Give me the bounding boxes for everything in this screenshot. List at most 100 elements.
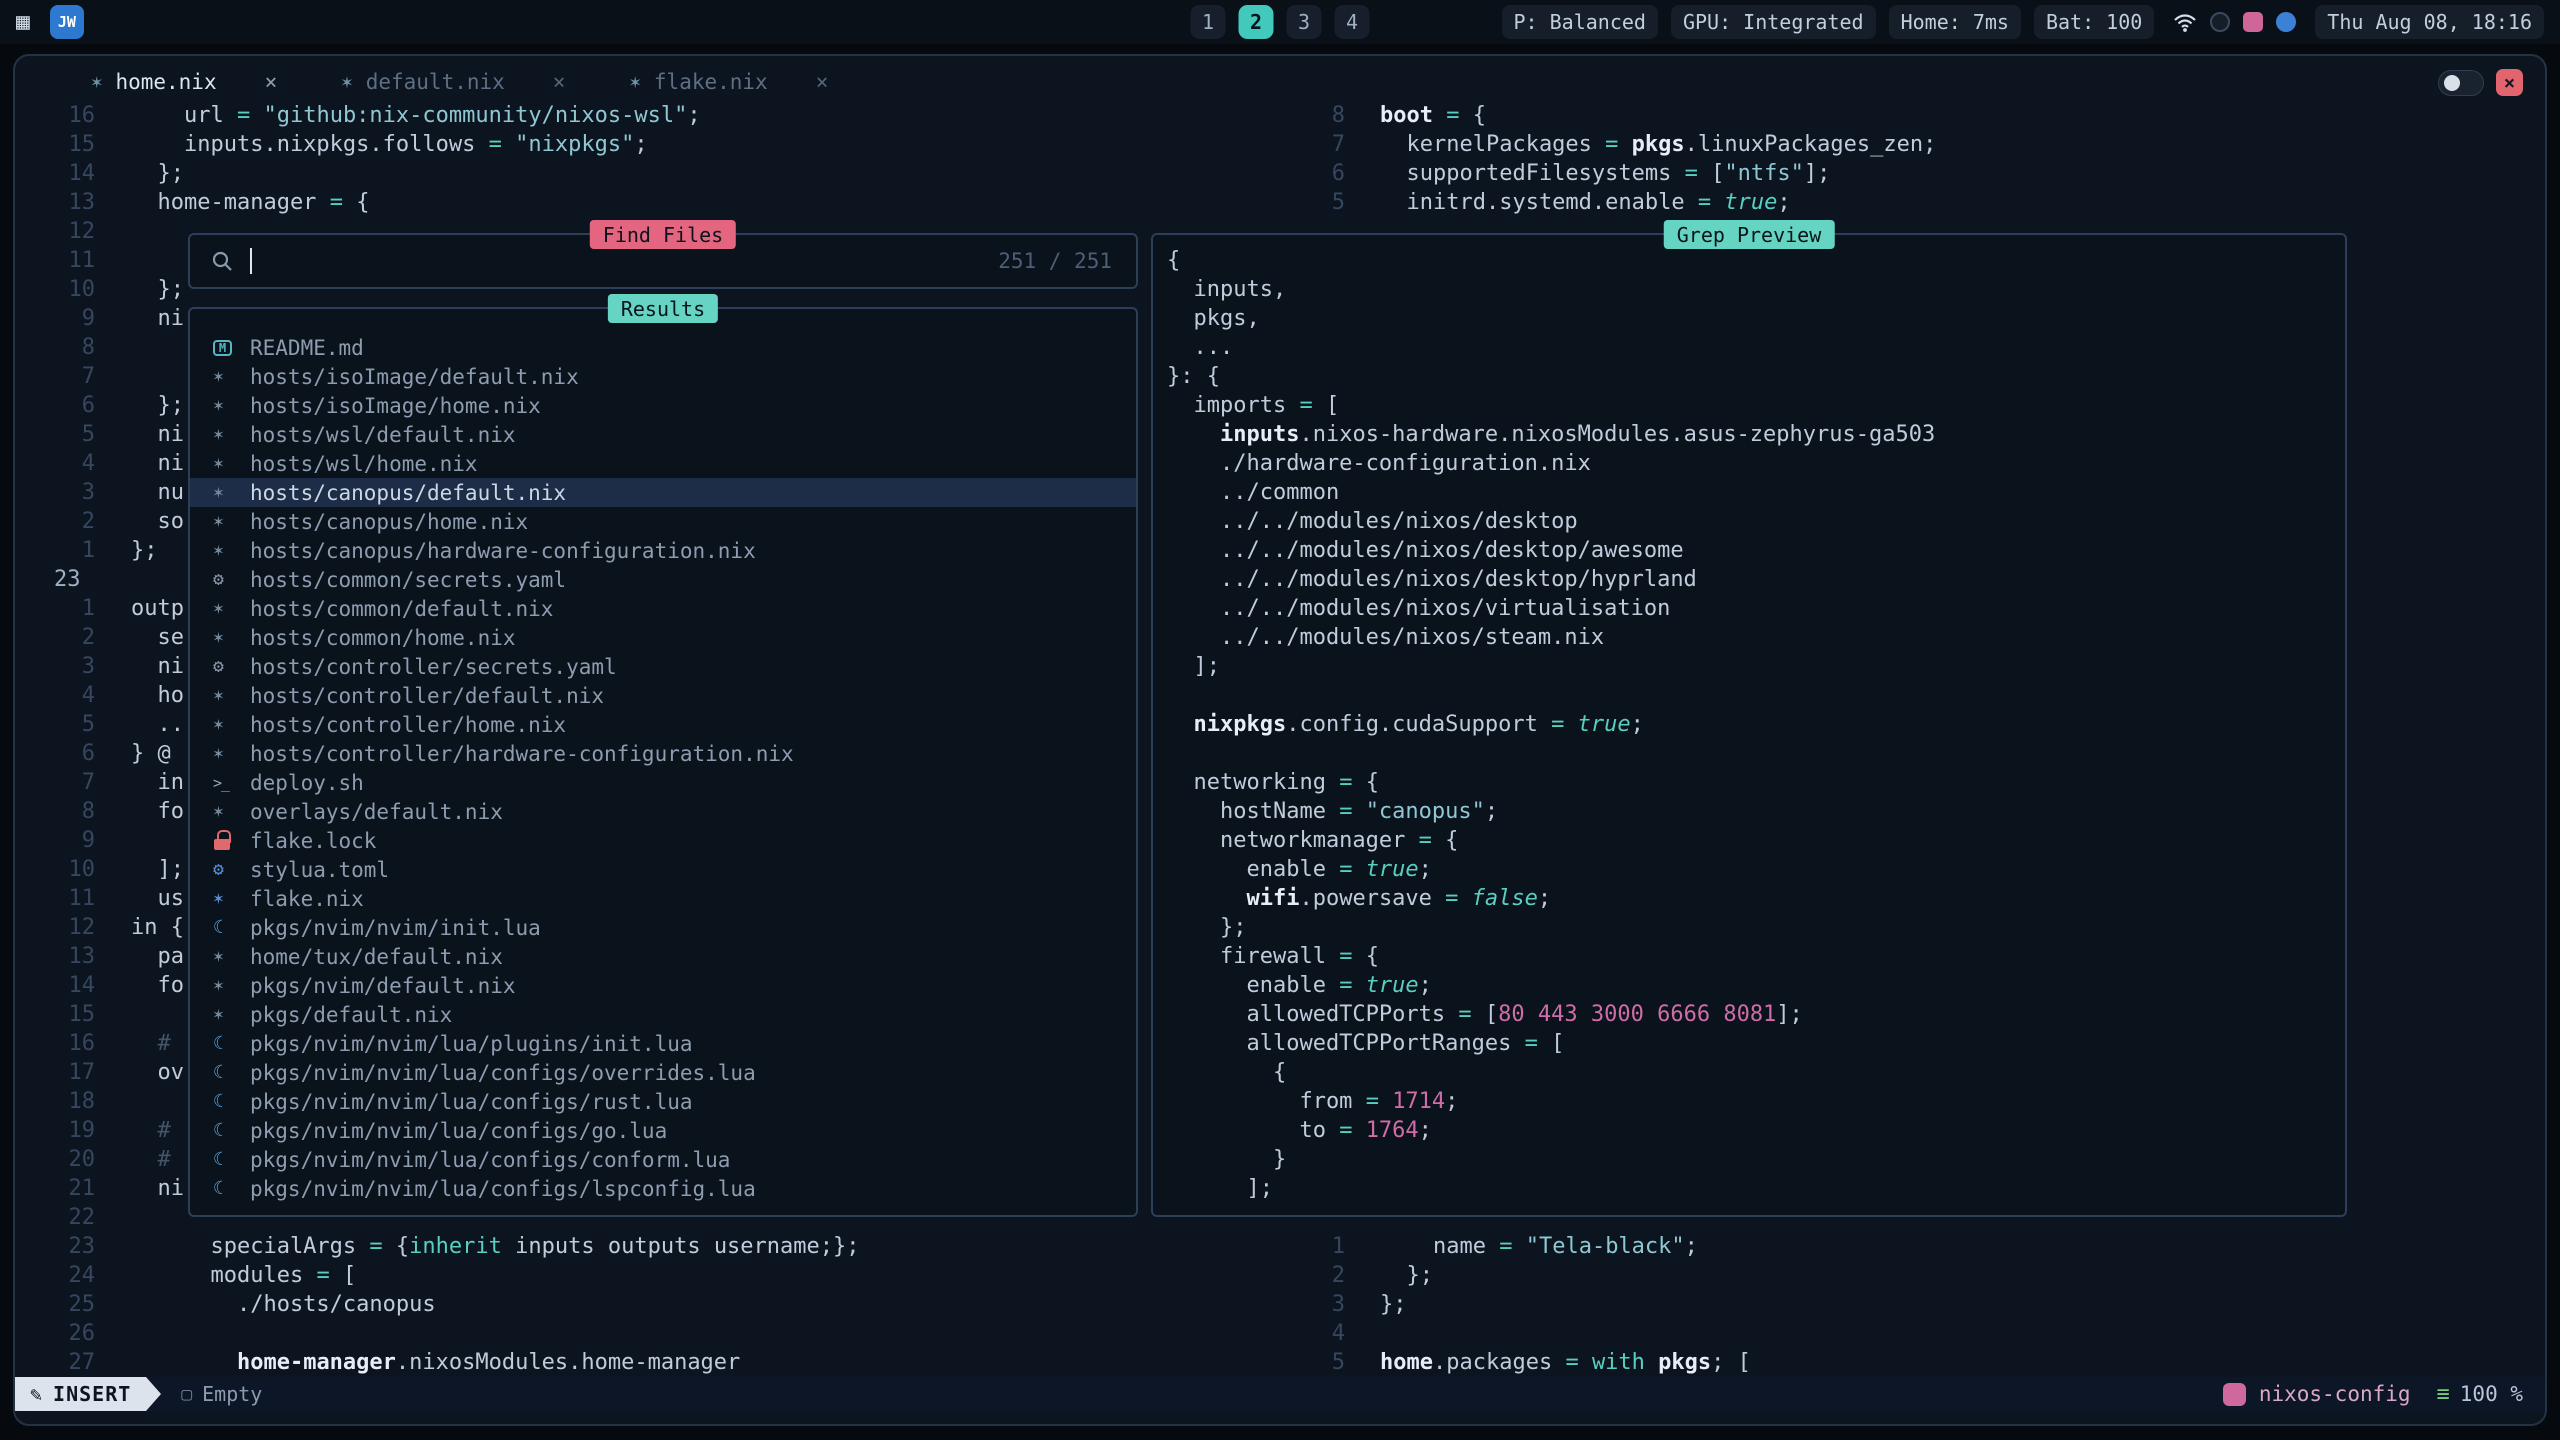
result-item[interactable]: MREADME.md [190,333,1136,362]
tab-default.nix[interactable]: ✶default.nix× [341,70,565,94]
result-item[interactable]: ✶pkgs/nvim/default.nix [190,971,1136,1000]
result-item[interactable]: ⚙stylua.toml [190,855,1136,884]
preview-line: ../../modules/nixos/steam.nix [1167,623,2345,652]
nix-file-icon: ✶ [213,362,250,391]
pink-badge-icon[interactable] [2243,12,2263,32]
result-item[interactable]: ✶hosts/common/home.nix [190,623,1136,652]
tab-home.nix[interactable]: ✶home.nix× [91,70,277,94]
tab-flake.nix[interactable]: ✶flake.nix× [629,70,828,94]
editor-pane-right-bottom[interactable]: 1 name = "Tela-black";2 };3};45home.pack… [1265,1232,2545,1377]
find-files-input[interactable]: Find Files 251 / 251 [188,233,1138,289]
code-line[interactable]: 14 }; [15,159,1255,188]
preview-line: hostName = "canopus"; [1167,797,2345,826]
line-number: 1 [15,536,95,565]
toggle-pill-button[interactable] [2438,70,2484,96]
gpu-module[interactable]: GPU: Integrated [1671,5,1876,39]
result-item[interactable]: ✶hosts/canopus/hardware-configuration.ni… [190,536,1136,565]
latency-module[interactable]: Home: 7ms [1889,5,2021,39]
line-number: 13 [15,942,95,971]
window-close-button[interactable]: × [2496,69,2523,96]
result-item[interactable]: ☾pkgs/nvim/nvim/lua/plugins/init.lua [190,1029,1136,1058]
workspaces: 1234 [1191,5,1370,39]
result-item[interactable]: ✶home/tux/default.nix [190,942,1136,971]
lua-file-icon: ☾ [213,1145,250,1174]
preview-line: to = 1764; [1167,1116,2345,1145]
result-item[interactable]: ☾pkgs/nvim/nvim/init.lua [190,913,1136,942]
result-filename: hosts/canopus/home.nix [250,510,528,534]
code-line[interactable]: 3}; [1265,1290,2545,1319]
result-item[interactable]: ☾pkgs/nvim/nvim/lua/configs/overrides.lu… [190,1058,1136,1087]
preview-line: { [1167,246,2345,275]
notification-dot-icon[interactable] [2210,12,2230,32]
editor-pane-right-top[interactable]: 8boot = {7 kernelPackages = pkgs.linuxPa… [1265,101,2545,217]
preview-line: firewall = { [1167,942,2345,971]
result-item[interactable]: ⚙hosts/common/secrets.yaml [190,565,1136,594]
editor-window: ✶home.nix×✶default.nix×✶flake.nix× × 16 … [13,54,2547,1426]
line-number: 22 [15,1203,95,1232]
logo-badge[interactable]: JW [50,5,84,39]
result-item[interactable]: ✶hosts/canopus/home.nix [190,507,1136,536]
line-number: 14 [15,971,95,1000]
result-item[interactable]: ✶hosts/controller/home.nix [190,710,1136,739]
result-item[interactable]: ✶hosts/controller/default.nix [190,681,1136,710]
result-item[interactable]: ✶hosts/isoImage/default.nix [190,362,1136,391]
result-item[interactable]: ✶overlays/default.nix [190,797,1136,826]
tab-close-button[interactable]: × [265,70,278,94]
code-line[interactable]: 7 kernelPackages = pkgs.linuxPackages_ze… [1265,130,2545,159]
code-line[interactable]: 24 modules = [ [15,1261,1255,1290]
result-item[interactable]: ⚙hosts/controller/secrets.yaml [190,652,1136,681]
line-number: 8 [15,797,95,826]
result-item[interactable]: ✶hosts/canopus/default.nix [190,478,1136,507]
line-number: 2 [1265,1261,1345,1290]
code-line[interactable]: 5 initrd.systemd.enable = true; [1265,188,2545,217]
result-item[interactable]: ✶hosts/wsl/default.nix [190,420,1136,449]
result-item[interactable]: >_deploy.sh [190,768,1136,797]
result-item[interactable]: ✶hosts/controller/hardware-configuration… [190,739,1136,768]
line-number: 4 [15,449,95,478]
result-item[interactable]: ✶hosts/isoImage/home.nix [190,391,1136,420]
tab-close-button[interactable]: × [553,70,566,94]
lua-file-icon: ☾ [213,1087,250,1116]
preview-line: }; [1167,913,2345,942]
result-item[interactable]: ✶flake.nix [190,884,1136,913]
result-item[interactable]: flake.lock [190,826,1136,855]
workspace-4[interactable]: 4 [1335,5,1370,39]
preview-line: nixpkgs.config.cudaSupport = true; [1167,710,2345,739]
lock-file-icon [213,826,250,855]
power-profile-module[interactable]: P: Balanced [1502,5,1658,39]
mode-segment: ✎ INSERT [15,1377,146,1411]
battery-module[interactable]: Bat: 100 [2034,5,2154,39]
result-item[interactable]: ☾pkgs/nvim/nvim/lua/configs/conform.lua [190,1145,1136,1174]
preview-line: wifi.powersave = false; [1167,884,2345,913]
nix-file-icon: ✶ [213,942,250,971]
workspace-2[interactable]: 2 [1239,5,1274,39]
code-line[interactable]: 23 specialArgs = {inherit inputs outputs… [15,1232,1255,1261]
wifi-icon[interactable] [2173,12,2197,33]
code-line[interactable]: 6 supportedFilesystems = ["ntfs"]; [1265,159,2545,188]
code-line[interactable]: 5home.packages = with pkgs; [ [1265,1348,2545,1377]
blue-badge-icon[interactable] [2276,12,2296,32]
tab-close-button[interactable]: × [816,70,829,94]
code-line[interactable]: 1 name = "Tela-black"; [1265,1232,2545,1261]
code-line[interactable]: 15 inputs.nixpkgs.follows = "nixpkgs"; [15,130,1255,159]
workspace-3[interactable]: 3 [1287,5,1322,39]
result-filename: hosts/canopus/default.nix [250,481,566,505]
grep-preview-panel: Grep Preview { inputs, pkgs, ...}: { imp… [1151,233,2347,1217]
result-item[interactable]: ✶hosts/common/default.nix [190,594,1136,623]
result-item[interactable]: ✶pkgs/default.nix [190,1000,1136,1029]
code-line[interactable]: 13 home-manager = { [15,188,1255,217]
result-item[interactable]: ☾pkgs/nvim/nvim/lua/configs/go.lua [190,1116,1136,1145]
apps-grid-icon[interactable]: ▦ [16,9,30,35]
result-item[interactable]: ✶hosts/wsl/home.nix [190,449,1136,478]
code-line[interactable]: 2 }; [1265,1261,2545,1290]
result-filename: hosts/common/default.nix [250,597,553,621]
result-item[interactable]: ☾pkgs/nvim/nvim/lua/configs/rust.lua [190,1087,1136,1116]
preview-line: ... [1167,333,2345,362]
result-item[interactable]: ☾pkgs/nvim/nvim/lua/configs/lspconfig.lu… [190,1174,1136,1203]
workspace-1[interactable]: 1 [1191,5,1226,39]
code-line[interactable]: 4 [1265,1319,2545,1348]
list-icon: ≡ [2437,1382,2450,1407]
code-line[interactable]: 27 home-manager.nixosModules.home-manage… [15,1348,1255,1377]
code-line[interactable]: 26 [15,1319,1255,1348]
code-line[interactable]: 25 ./hosts/canopus [15,1290,1255,1319]
